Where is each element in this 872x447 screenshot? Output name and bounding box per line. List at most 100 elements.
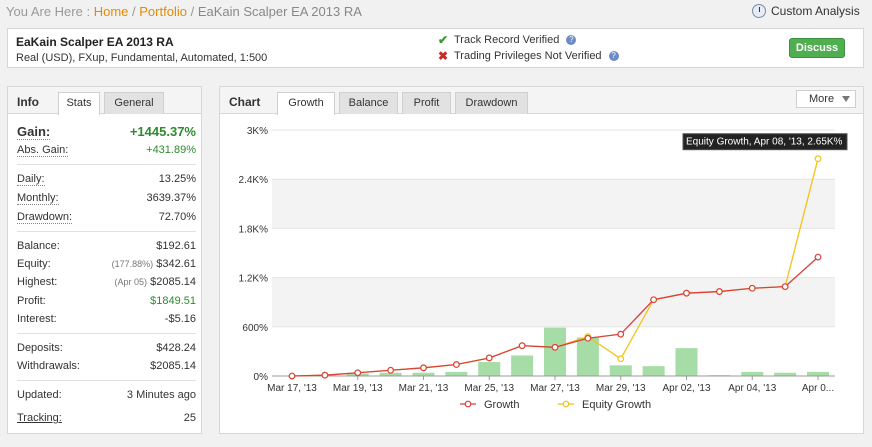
equity-value-wrap: (177.88%) $342.61 (112, 258, 196, 270)
info-panel: Info Stats General Gain: +1445.37% Abs. … (7, 86, 202, 434)
breadcrumb-separator: / (132, 4, 136, 19)
chart-panel: Chart Growth Balance Profit Drawdown Mor… (219, 86, 864, 434)
tab-balance[interactable]: Balance (339, 92, 398, 114)
tab-profit[interactable]: Profit (402, 92, 451, 114)
system-header: EaKain Scalper EA 2013 RA Real (USD), FX… (7, 28, 864, 68)
bar (741, 371, 764, 376)
abs-gain-value: +431.89% (146, 144, 196, 156)
divider (17, 333, 196, 334)
gain-row: Gain: +1445.37% (17, 124, 196, 140)
data-point-growth (617, 330, 625, 338)
highest-date: (Apr 05) (114, 277, 148, 287)
data-point-growth (814, 253, 822, 261)
data-point-growth (781, 283, 789, 291)
balance-value: $192.61 (156, 240, 196, 252)
y-tick-label: 600% (242, 323, 268, 334)
breadcrumb: You Are Here : Home / Portfolio / EaKain… (6, 4, 362, 19)
data-point-growth (387, 366, 395, 374)
tracking-value: 25 (183, 412, 196, 424)
withdrawals-row: Withdrawals: $2085.14 (17, 360, 196, 376)
track-record-label: Track Record Verified (454, 34, 560, 46)
chevron-down-icon (842, 96, 850, 102)
clock-icon (752, 4, 766, 18)
balance-row: Balance: $192.61 (17, 240, 196, 256)
daily-label[interactable]: Daily: (17, 173, 45, 186)
interest-row: Interest: -$5.16 (17, 313, 196, 329)
breadcrumb-portfolio-link[interactable]: Portfolio (139, 4, 187, 19)
monthly-row: Monthly: 3639.37% (17, 192, 196, 208)
bar (511, 355, 534, 376)
bar (675, 348, 698, 376)
y-tick-label: 2.4K% (239, 175, 269, 186)
withdrawals-label: Withdrawals: (17, 360, 80, 372)
trading-privileges-label: Trading Privileges Not Verified (454, 50, 602, 62)
system-subtitle: Real (USD), FXup, Fundamental, Automated… (16, 52, 268, 64)
tooltip-text: Equity Growth, Apr 08, '13, 2.65K% (686, 137, 843, 148)
tracking-link[interactable]: Tracking: (17, 412, 62, 424)
daily-row: Daily: 13.25% (17, 173, 196, 189)
more-dropdown[interactable]: More (796, 90, 856, 108)
breadcrumb-current: EaKain Scalper EA 2013 RA (197, 4, 362, 19)
growth-chart: 0% 600% 1.2K% 1.8K% 2.4K% 3K% Mar 17, '13 Mar 1… (239, 126, 848, 411)
legend-marker (464, 400, 472, 408)
check-icon: ✔ (438, 33, 449, 47)
deposits-row: Deposits: $428.24 (17, 342, 196, 358)
profit-label: Profit: (17, 295, 46, 307)
x-tick-label: Mar 29, '13 (596, 383, 646, 394)
legend-label: Equity Growth (582, 399, 651, 411)
data-point-growth (551, 343, 559, 351)
y-tick-label: 0% (254, 372, 269, 383)
tab-general[interactable]: General (104, 92, 164, 114)
breadcrumb-separator: / (190, 4, 195, 19)
grid-band (272, 179, 835, 229)
deposits-value: $428.24 (156, 342, 196, 354)
custom-analysis-label: Custom Analysis (771, 4, 860, 18)
tab-growth[interactable]: Growth (277, 92, 335, 115)
divider (17, 231, 196, 232)
breadcrumb-prefix: You Are Here : (6, 4, 91, 19)
info-tabbar: Info Stats General (8, 87, 201, 115)
equity-value: $342.61 (156, 258, 196, 270)
bar (478, 362, 501, 376)
data-point-growth (518, 342, 526, 350)
drawdown-label[interactable]: Drawdown: (17, 211, 73, 224)
highest-label: Highest: (17, 276, 58, 288)
data-point-growth (420, 364, 427, 372)
bar (609, 365, 632, 376)
data-point-growth (650, 296, 658, 304)
data-point-growth (715, 288, 723, 295)
bar (544, 327, 566, 376)
data-point-growth (288, 372, 296, 380)
custom-analysis-link[interactable]: Custom Analysis (752, 4, 860, 18)
track-record-status: ✔ Track Record Verified ? (438, 33, 577, 47)
abs-gain-label[interactable]: Abs. Gain: (17, 144, 69, 157)
highest-value: $2085.14 (150, 276, 196, 288)
balance-label: Balance: (17, 240, 60, 252)
equity-percent: (177.88%) (111, 259, 154, 269)
tab-drawdown[interactable]: Drawdown (455, 92, 528, 114)
bar (445, 371, 468, 376)
legend-marker (562, 400, 570, 408)
help-icon[interactable]: ? (566, 35, 577, 45)
x-tick-label: Mar 17, '13 (267, 383, 317, 394)
interest-value: -$5.16 (164, 313, 196, 325)
chart-title: Chart (229, 95, 261, 109)
discuss-button[interactable]: Discuss (789, 38, 845, 58)
tab-stats[interactable]: Stats (58, 92, 100, 115)
cross-icon: ✖ (438, 49, 449, 63)
monthly-value: 3639.37% (146, 192, 196, 204)
help-icon[interactable]: ? (608, 51, 619, 61)
trading-privileges-status: ✖ Trading Privileges Not Verified ? (438, 49, 619, 63)
highest-row: Highest: (Apr 05) $2085.14 (17, 276, 196, 292)
x-tick-label: Apr 0... (802, 383, 834, 394)
bar (576, 337, 599, 376)
drawdown-value: 72.70% (158, 211, 196, 223)
data-point-growth (354, 369, 362, 377)
breadcrumb-home-link[interactable]: Home (94, 4, 129, 19)
monthly-label[interactable]: Monthly: (17, 192, 59, 205)
x-tick-label: Apr 04, '13 (728, 383, 776, 394)
bar (807, 371, 829, 376)
deposits-label: Deposits: (17, 342, 63, 354)
gain-value: +1445.37% (129, 124, 196, 139)
gain-label[interactable]: Gain: (17, 124, 51, 140)
